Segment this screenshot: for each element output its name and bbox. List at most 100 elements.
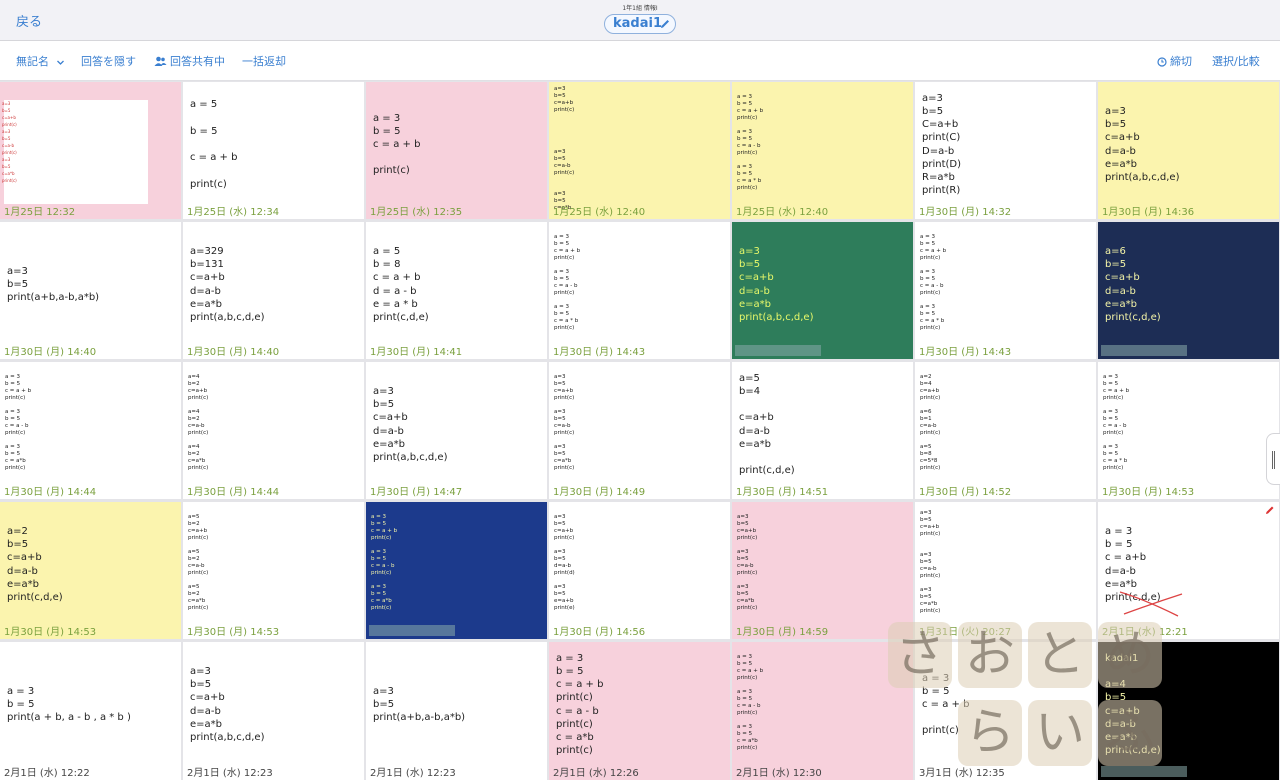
submission-timestamp: 1月25日 12:32 xyxy=(4,207,76,218)
answer-card[interactable]: a=5 b=4 c=a+b d=a-b e=a*b print(c,d,e) 1月… xyxy=(732,362,913,499)
answer-text: a=3 b=5 c=a+b print(c) a=3 b=5 c=a-b pri… xyxy=(2,101,17,183)
answer-card[interactable]: a = 3 b = 5 c = a + b print(c) a = 3 b =… xyxy=(366,502,547,639)
answer-text: a=3 b=5 C=a+b print(C) D=a-b print(D) R=… xyxy=(922,92,961,197)
answer-card[interactable]: a=3 b=5 c=a+b d=a-b e=a*b print(a,b,c,d,… xyxy=(1098,82,1279,219)
submission-timestamp: 1月30日 (月) 14:53 xyxy=(187,627,280,638)
answer-text: a = 3 b = 5 c = a + b print(c) c = a - b… xyxy=(556,652,604,757)
answer-card[interactable]: a = 3 b = 5 c = a + b print(c) a = 3 b =… xyxy=(0,362,181,499)
submission-timestamp: 1月30日 (月) 14:43 xyxy=(919,347,1012,358)
answer-text: a=3 b=5 c=a+b d=a-b e=a*b print(a,b,c,d,… xyxy=(190,665,265,743)
submission-timestamp: 1月30日 (月) 14:32 xyxy=(919,207,1012,218)
bulk-return-button[interactable]: 一括返却 xyxy=(242,53,286,69)
back-button[interactable]: 戻る xyxy=(16,11,42,30)
answer-card[interactable]: a=3 b=5 c=a+b print(c) a=3 b=5 d=a-b pri… xyxy=(549,502,730,639)
submission-timestamp: 1月30日 (月) 14:43 xyxy=(553,347,646,358)
answer-card[interactable]: a=3 b=5 c=a+b print(c) a=3 b=5 c=a-b pri… xyxy=(915,502,1096,639)
answer-card[interactable]: a=5 b=2 c=a+b print(c) a=5 b=2 c=a-b pri… xyxy=(183,502,364,639)
top-bar: 戻る 1年1組 情報I kadai1 xyxy=(0,0,1280,41)
answer-card[interactable]: a=3 b=5 c=a+b print(c) a=3 b=5 c=a-b pri… xyxy=(732,502,913,639)
answer-card[interactable]: a=3 b=5 print(a+b,a-b,a*b) 2月1日 (水) 12:23 xyxy=(366,642,547,780)
answer-text: a=4 b=2 c=a+b print(c) a=4 b=2 c=a-b pri… xyxy=(188,373,209,471)
timestamp-highlight xyxy=(735,345,821,356)
submission-timestamp: 1月25日 (水) 12:34 xyxy=(187,207,280,218)
answer-text: a = 5 b = 8 c = a + b d = a - b e = a * … xyxy=(373,245,429,323)
submission-timestamp: 1月25日 (水) 12:40 xyxy=(736,207,829,218)
submission-timestamp: 2月1日 (水) 12:23 xyxy=(370,768,456,779)
answer-text: a=3 b=5 c=a+b d=a-b e=a*b print(a,b,c,d,… xyxy=(373,385,448,463)
submission-timestamp: 1月25日 (水) 12:35 xyxy=(370,207,463,218)
answer-card[interactable]: a=3 b=5 C=a+b print(C) D=a-b print(D) R=… xyxy=(915,82,1096,219)
toolbar: 無記名 回答を隠す 回答共有中 一括返却 締切 選択/比較 xyxy=(0,41,1280,81)
answer-card[interactable]: a = 5 b = 8 c = a + b d = a - b e = a * … xyxy=(366,222,547,359)
select-compare-button[interactable]: 選択/比較 xyxy=(1212,53,1260,69)
answer-card[interactable]: a=329 b=131 c=a+b d=a-b e=a*b print(a,b,… xyxy=(183,222,364,359)
answer-card[interactable]: a=6 b=5 c=a+b d=a-b e=a*b print(c,d,e) xyxy=(1098,222,1279,359)
answer-text: a = 3 b = 5 c = a + b print(c) a = 3 b =… xyxy=(737,93,764,191)
submission-timestamp: 1月30日 (月) 14:51 xyxy=(736,487,829,498)
deadline-button[interactable]: 締切 xyxy=(1157,53,1192,69)
answer-card[interactable]: a = 3 b = 5 c = a + b print(c) a = 3 b =… xyxy=(732,82,913,219)
answer-text: a = 3 b = 5 c = a + b print(c) a = 3 b =… xyxy=(371,513,398,611)
answer-text: a=5 b=2 c=a+b print(c) a=5 b=2 c=a-b pri… xyxy=(188,513,209,611)
answer-text: a=3 b=5 print(a+b,a-b,a*b) xyxy=(373,685,466,724)
submission-timestamp: 2月1日 (水) 12:30 xyxy=(736,768,822,779)
answer-card[interactable]: a = 3 b = 5 c = a + b print(c) a = 3 b =… xyxy=(1098,362,1279,499)
answer-card[interactable]: a = 3 b = 5 c = a+b d=a-b e=a*b print(c,… xyxy=(1098,502,1279,639)
answer-text: a=3 b=5 print(a+b,a-b,a*b) xyxy=(7,265,100,304)
answer-text: a = 3 b = 5 c = a + b print(c) a = 3 b =… xyxy=(737,653,764,751)
assignment-title-button[interactable]: kadai1 xyxy=(604,14,676,34)
answer-card[interactable]: a = 3 b = 5 print(a + b, a - b , a * b )… xyxy=(0,642,181,780)
answer-card[interactable]: a=3 b=5 c=a+b print(c) a=3 b=5 c=a-b pri… xyxy=(549,362,730,499)
side-panel-handle[interactable] xyxy=(1266,433,1280,485)
answer-card[interactable]: a = 3 b = 5 c = a + b print(c) a = 3 b =… xyxy=(549,222,730,359)
answer-card[interactable]: a=4 b=2 c=a+b print(c) a=4 b=2 c=a-b pri… xyxy=(183,362,364,499)
answer-card[interactable]: a = 3 b = 5 c = a + b print(c) a = 3 b =… xyxy=(915,222,1096,359)
answer-card[interactable]: a=2 b=4 c=a+b print(c) a=6 b=1 c=a-b pri… xyxy=(915,362,1096,499)
submission-timestamp: 1月30日 (月) 14:53 xyxy=(4,627,97,638)
anonymous-label: 無記名 xyxy=(16,55,49,68)
submission-timestamp: 2月1日 (水) 12:23 xyxy=(187,768,273,779)
chevron-down-icon xyxy=(56,60,64,65)
answer-card[interactable]: a=3 b=5 print(a+b,a-b,a*b) 1月30日 (月) 14:4… xyxy=(0,222,181,359)
answer-text: a=5 b=4 c=a+b d=a-b e=a*b print(c,d,e) xyxy=(739,372,795,477)
assignment-title: kadai1 xyxy=(613,16,662,31)
submission-timestamp: 1月30日 (月) 14:44 xyxy=(4,487,97,498)
submission-timestamp: 2月1日 (水) 12:22 xyxy=(4,768,90,779)
answer-card[interactable]: a = 3 b = 5 c = a + b print(c) 1月25日 (水) … xyxy=(366,82,547,219)
submission-timestamp: 1月30日 (月) 14:47 xyxy=(370,487,463,498)
submission-timestamp: 1月30日 (月) 14:53 xyxy=(1102,487,1195,498)
watermark-logo: さ お と め ら い ふ xyxy=(888,622,1198,772)
answer-text: a = 3 b = 5 print(a + b, a - b , a * b ) xyxy=(7,685,131,724)
anonymous-dropdown[interactable]: 無記名 xyxy=(16,53,68,69)
answer-text: a=3 b=5 c=a+b d=a-b e=a*b print(a,b,c,d,… xyxy=(1105,105,1180,183)
hide-answers-button[interactable]: 回答を隠す xyxy=(81,53,136,69)
answer-card[interactable]: a=2 b=5 c=a+b d=a-b e=a*b print(c,d,e) 1月… xyxy=(0,502,181,639)
answer-card[interactable]: a=3 b=5 c=a+b d=a-b e=a*b print(a,b,c,d,… xyxy=(732,222,913,359)
answer-card[interactable]: a=3 b=5 c=a+b d=a-b e=a*b print(a,b,c,d,… xyxy=(183,642,364,780)
submission-timestamp: 1月30日 (月) 14:44 xyxy=(187,487,280,498)
answer-card[interactable]: a = 3 b = 5 c = a + b print(c) c = a - b… xyxy=(549,642,730,780)
answer-text: a=3 b=5 c=a+b print(c) a=3 b=5 c=a-b pri… xyxy=(554,373,575,471)
answer-thumbnail xyxy=(4,100,148,204)
deadline-label: 締切 xyxy=(1170,55,1192,68)
answer-sharing-label: 回答共有中 xyxy=(170,55,225,68)
grip-icon xyxy=(1272,451,1275,469)
submission-timestamp: 1月30日 (月) 14:40 xyxy=(187,347,280,358)
answer-text: a=2 b=5 c=a+b d=a-b e=a*b print(c,d,e) xyxy=(7,525,63,603)
answer-sharing-button[interactable]: 回答共有中 xyxy=(154,53,225,69)
answer-text: a = 3 b = 5 c = a + b print(c) xyxy=(373,112,421,177)
answer-text: a=6 b=5 c=a+b d=a-b e=a*b print(c,d,e) xyxy=(1105,245,1161,323)
answer-card[interactable]: a=3 b=5 c=a+b print(c) a=3 b=5 c=a-b pri… xyxy=(0,82,181,219)
submission-timestamp: 1月25日 (水) 12:40 xyxy=(553,207,646,218)
answer-text: a = 5 b = 5 c = a + b print(c) xyxy=(190,99,238,190)
submission-timestamp: 1月30日 (月) 14:40 xyxy=(4,347,97,358)
answer-card[interactable]: a=3 b=5 c=a+b d=a-b e=a*b print(a,b,c,d,… xyxy=(366,362,547,499)
timestamp-highlight xyxy=(369,625,455,636)
answer-text: a=3 b=5 c=a+b print(c) a=3 b=5 d=a-b pri… xyxy=(554,513,575,611)
answer-card[interactable]: a = 3 b = 5 c = a + b print(c) a = 3 b =… xyxy=(732,642,913,780)
answer-card[interactable]: a=3 b=5 c=a+b print(c) a=3 b=5 c=a-b pri… xyxy=(549,82,730,219)
answer-text: a = 3 b = 5 c = a + b print(c) a = 3 b =… xyxy=(1103,373,1130,471)
answer-text: a = 3 b = 5 c = a + b print(c) a = 3 b =… xyxy=(554,233,581,331)
pencil-icon[interactable] xyxy=(1265,505,1275,515)
answer-card[interactable]: a = 5 b = 5 c = a + b print(c) 1月25日 (水) … xyxy=(183,82,364,219)
